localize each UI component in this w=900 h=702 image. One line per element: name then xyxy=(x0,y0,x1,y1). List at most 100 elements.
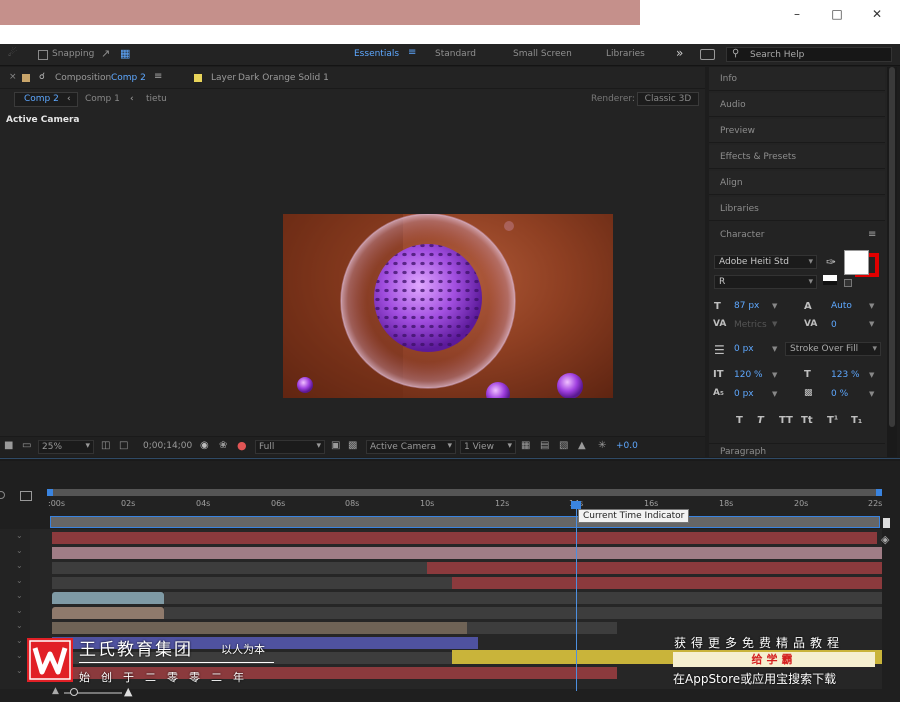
snapping-checkbox[interactable] xyxy=(38,50,48,60)
chevron-down-icon[interactable]: ⌄ xyxy=(16,561,23,570)
snap-options-icon[interactable]: ↗ xyxy=(101,47,110,60)
composition-mini-flowchart-icon[interactable] xyxy=(20,491,32,501)
zoom-in-icon[interactable]: ▲ xyxy=(124,685,132,698)
tsume-value[interactable]: 0 % xyxy=(831,389,848,399)
zoom-slider-handle[interactable] xyxy=(70,688,78,696)
layer-bar-inactive[interactable] xyxy=(52,562,427,574)
crop-icon[interactable]: □ xyxy=(119,440,128,451)
horizontal-scale-value[interactable]: 123 % xyxy=(831,370,860,380)
chevron-down-icon[interactable]: ⌄ xyxy=(16,606,23,615)
panel-audio[interactable]: Audio xyxy=(709,93,885,117)
close-window-button[interactable]: ✕ xyxy=(864,6,890,22)
workspace-standard[interactable]: Standard xyxy=(435,49,476,59)
stroke-type-select[interactable]: Stroke Over Fill ▾ xyxy=(785,342,881,356)
breadcrumb-comp-2[interactable]: Comp 2 xyxy=(24,94,59,104)
more-workspaces-icon[interactable]: » xyxy=(676,46,683,60)
chevron-down-icon[interactable]: ⌄ xyxy=(16,531,23,540)
character-menu-icon[interactable]: ≡ xyxy=(868,229,876,240)
workspace-menu-icon[interactable]: ≡ xyxy=(408,47,416,58)
chevron-down-icon[interactable]: ▼ xyxy=(869,390,874,398)
breadcrumb-comp-1[interactable]: Comp 1 xyxy=(85,94,120,104)
layer-bar[interactable] xyxy=(52,622,467,634)
chevron-down-icon[interactable]: ▼ xyxy=(772,320,777,328)
panel-libraries[interactable]: Libraries xyxy=(709,197,885,221)
work-area-end-handle[interactable] xyxy=(876,489,882,496)
font-size-value[interactable]: 87 px xyxy=(734,301,759,311)
lock-icon[interactable]: ☌ xyxy=(39,72,45,82)
transparency-grid-icon[interactable]: ▩ xyxy=(348,440,357,451)
maximize-button[interactable]: □ xyxy=(824,6,850,22)
breadcrumb-tietu[interactable]: tietu xyxy=(146,94,167,104)
scrollbar-thumb[interactable] xyxy=(889,67,895,427)
work-area-bar[interactable] xyxy=(50,489,880,496)
right-panel-scrollbar[interactable] xyxy=(887,67,897,457)
workspace-essentials[interactable]: Essentials xyxy=(354,49,399,59)
time-ruler[interactable] xyxy=(50,496,880,516)
panel-align[interactable]: Align xyxy=(709,171,885,195)
layer-bar[interactable] xyxy=(52,532,877,544)
renderer-select[interactable]: Classic 3D xyxy=(637,92,699,106)
snapshot-icon[interactable]: ◉ xyxy=(200,440,209,451)
baseline-shift-value[interactable]: 0 px xyxy=(734,389,754,399)
set-to-black-white-icon[interactable] xyxy=(823,275,837,285)
chevron-down-icon[interactable]: ▼ xyxy=(869,371,874,379)
layer-bar-inactive[interactable] xyxy=(52,577,452,589)
hand-tool-icon[interactable]: ☄ xyxy=(8,48,17,59)
tracking-value[interactable]: 0 xyxy=(831,320,837,330)
camera-select[interactable]: Active Camera ▾ xyxy=(366,440,456,454)
work-area-start-handle[interactable] xyxy=(47,489,53,496)
small-caps-button[interactable]: Tt xyxy=(801,415,813,426)
leading-value[interactable]: Auto xyxy=(831,301,852,311)
current-time-indicator-line[interactable] xyxy=(576,501,577,691)
timeline-navigator[interactable] xyxy=(50,516,880,528)
chevron-down-icon[interactable]: ⌄ xyxy=(16,666,23,675)
subscript-button[interactable]: T₁ xyxy=(851,415,862,426)
fit-icon[interactable]: ◫ xyxy=(101,440,110,451)
timeline-end-marker[interactable] xyxy=(883,518,890,528)
layer-bar[interactable] xyxy=(427,562,882,574)
chevron-down-icon[interactable]: ⌄ xyxy=(16,651,23,660)
chevron-down-icon[interactable]: ▼ xyxy=(772,390,777,398)
panel-effects-presets[interactable]: Effects & Presets xyxy=(709,145,885,169)
chevron-down-icon[interactable]: ▼ xyxy=(869,302,874,310)
comp-marker-bin-icon[interactable]: ◈ xyxy=(881,533,889,546)
paragraph-panel-header[interactable]: Paragraph xyxy=(709,443,885,457)
panel-preview[interactable]: Preview xyxy=(709,119,885,143)
eyedropper-icon[interactable]: ✑ xyxy=(826,255,836,269)
fast-previews-icon[interactable]: ▣ xyxy=(331,440,340,451)
kerning-value[interactable]: Metrics xyxy=(734,320,767,330)
chevron-down-icon[interactable]: ▼ xyxy=(772,371,777,379)
zoom-select[interactable]: 25% ▾ xyxy=(38,440,94,454)
chevron-down-icon[interactable]: ▼ xyxy=(772,345,777,353)
no-fill-icon[interactable] xyxy=(844,279,852,287)
monitor-icon[interactable]: ▭ xyxy=(22,440,31,451)
layer-bar-inactive[interactable] xyxy=(164,607,882,619)
chevron-down-icon[interactable]: ⌄ xyxy=(16,546,23,555)
snap-grid-icon[interactable]: ▦ xyxy=(120,47,130,60)
current-time-indicator[interactable] xyxy=(571,501,581,509)
font-style-select[interactable]: R ▾ xyxy=(714,275,817,289)
layer-bar[interactable] xyxy=(52,592,164,604)
sync-settings-icon[interactable] xyxy=(700,49,715,60)
chevron-down-icon[interactable]: ⌄ xyxy=(16,576,23,585)
faux-italic-button[interactable]: T xyxy=(757,415,764,426)
layer-bar-inactive[interactable] xyxy=(164,592,882,604)
exposure-value[interactable]: +0.0 xyxy=(616,441,638,451)
all-caps-button[interactable]: TT xyxy=(779,415,793,426)
layer-tab-name[interactable]: Dark Orange Solid 1 xyxy=(238,73,329,83)
reset-exposure-icon[interactable]: ✳ xyxy=(598,440,606,451)
superscript-button[interactable]: T¹ xyxy=(827,415,838,426)
composition-tab-name[interactable]: Comp 2 xyxy=(111,73,146,83)
chevron-down-icon[interactable]: ⌄ xyxy=(16,621,23,630)
color-channels-icon[interactable]: ● xyxy=(237,439,247,452)
resolution-select[interactable]: Full ▾ xyxy=(255,440,325,454)
faux-bold-button[interactable]: T xyxy=(736,415,743,426)
layer-bar[interactable] xyxy=(452,577,882,589)
zoom-out-icon[interactable]: ▲ xyxy=(52,686,59,696)
graph-editor-icon[interactable] xyxy=(0,491,5,499)
font-family-select[interactable]: Adobe Heiti Std ▾ xyxy=(714,255,817,269)
workspace-libraries[interactable]: Libraries xyxy=(606,49,645,59)
minimize-button[interactable]: – xyxy=(784,6,810,22)
composition-viewer[interactable]: Active Camera xyxy=(0,111,705,436)
flowchart-icon[interactable]: ▲ xyxy=(578,440,586,451)
